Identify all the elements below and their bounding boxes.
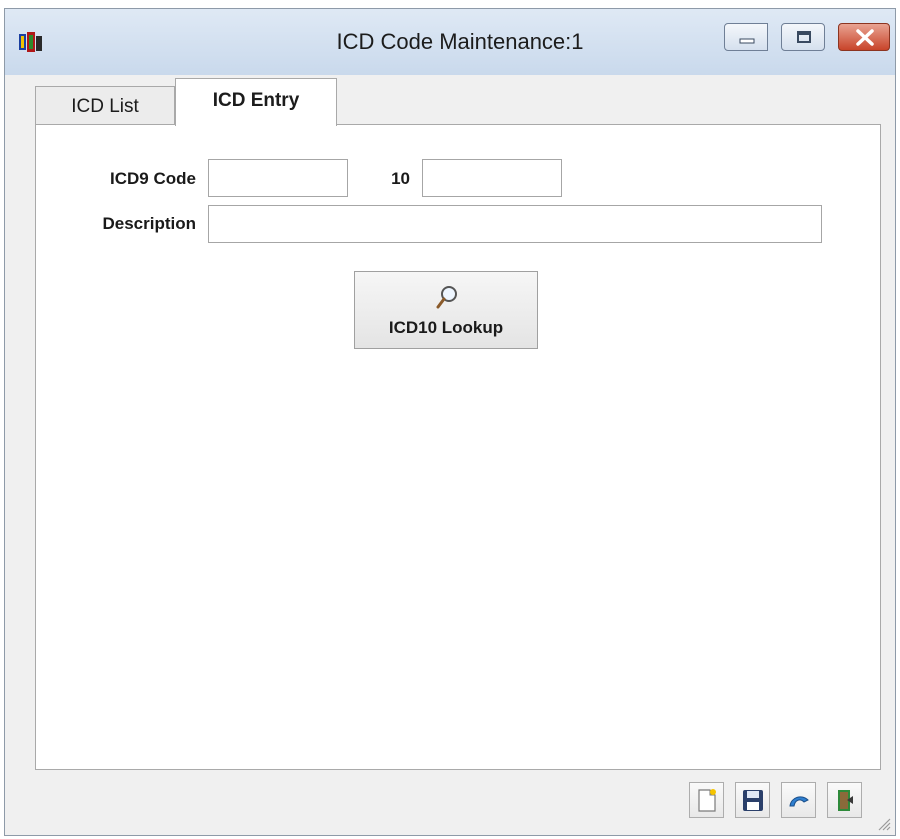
new-document-icon [698, 789, 716, 812]
description-input[interactable] [208, 205, 822, 243]
tab-icd-entry[interactable]: ICD Entry [175, 78, 337, 126]
tab-icd-list[interactable]: ICD List [35, 86, 175, 126]
tab-strip: ICD List ICD Entry [35, 77, 895, 126]
maximize-button[interactable] [781, 23, 825, 51]
icd9-code-input[interactable] [208, 159, 348, 197]
icd-entry-panel: ICD9 Code 10 Description ICD10 Lookup [35, 124, 881, 770]
magnifier-icon [436, 286, 457, 309]
maximize-icon [797, 31, 811, 43]
save-button[interactable] [735, 782, 770, 818]
exit-button[interactable] [827, 782, 862, 818]
icd10-code-label: 10 [391, 169, 410, 188]
icd9-code-label: ICD9 Code [110, 169, 196, 188]
save-icon [743, 790, 763, 811]
icd10-lookup-label: ICD10 Lookup [388, 318, 504, 337]
close-button[interactable] [838, 23, 890, 51]
minimize-button[interactable] [724, 23, 768, 51]
exit-icon [838, 790, 853, 811]
undo-button[interactable] [781, 782, 816, 818]
new-record-button[interactable] [689, 782, 724, 818]
icd10-code-input[interactable] [422, 159, 562, 197]
minimize-icon [739, 38, 755, 44]
close-icon [856, 29, 874, 46]
icd10-lookup-button[interactable]: ICD10 Lookup [354, 271, 538, 349]
title-bar[interactable]: ICD Code Maintenance:1 [5, 9, 895, 75]
undo-icon [789, 796, 809, 807]
resize-grip-icon[interactable] [877, 817, 891, 831]
description-label: Description [102, 214, 196, 233]
app-window: ICD Code Maintenance:1 ICD List ICD Entr… [4, 8, 896, 836]
